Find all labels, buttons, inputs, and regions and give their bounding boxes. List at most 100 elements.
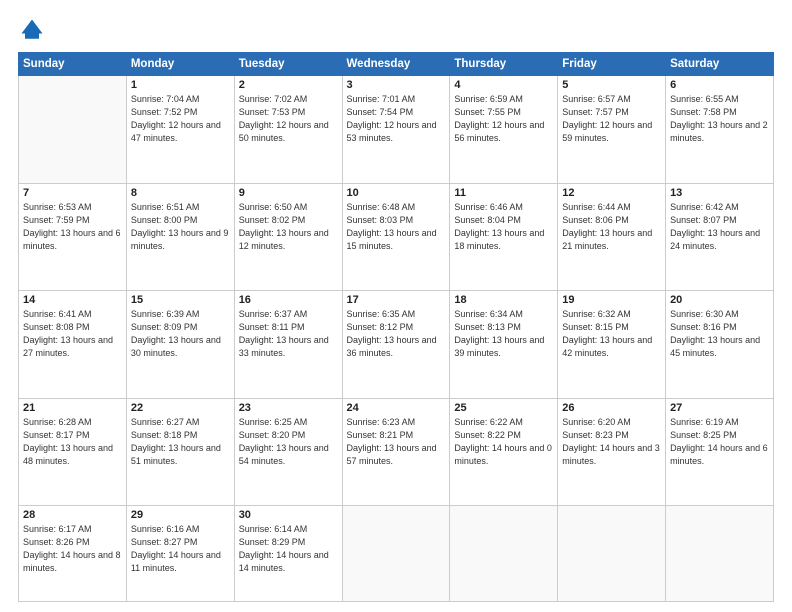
sunrise-label: Sunrise: 6:25 AM	[239, 417, 308, 427]
day-number: 1	[131, 79, 230, 91]
daylight-label: Daylight: 13 hours and 39 minutes.	[454, 335, 544, 358]
sunset-label: Sunset: 8:09 PM	[131, 322, 198, 332]
sunrise-label: Sunrise: 6:57 AM	[562, 94, 631, 104]
sunset-label: Sunset: 8:23 PM	[562, 430, 629, 440]
daylight-label: Daylight: 13 hours and 42 minutes.	[562, 335, 652, 358]
calendar-week-row: 14 Sunrise: 6:41 AM Sunset: 8:08 PM Dayl…	[19, 291, 774, 399]
day-number: 14	[23, 294, 122, 306]
weekday-header: Wednesday	[342, 53, 450, 76]
day-info: Sunrise: 6:17 AM Sunset: 8:26 PM Dayligh…	[23, 523, 122, 575]
sunset-label: Sunset: 8:22 PM	[454, 430, 521, 440]
day-number: 29	[131, 509, 230, 521]
day-number: 18	[454, 294, 553, 306]
daylight-label: Daylight: 13 hours and 18 minutes.	[454, 228, 544, 251]
day-number: 19	[562, 294, 661, 306]
sunrise-label: Sunrise: 6:42 AM	[670, 202, 739, 212]
daylight-label: Daylight: 14 hours and 11 minutes.	[131, 550, 221, 573]
calendar-body: 1 Sunrise: 7:04 AM Sunset: 7:52 PM Dayli…	[19, 76, 774, 602]
day-number: 23	[239, 402, 338, 414]
sunrise-label: Sunrise: 6:22 AM	[454, 417, 523, 427]
day-number: 8	[131, 187, 230, 199]
day-info: Sunrise: 6:25 AM Sunset: 8:20 PM Dayligh…	[239, 416, 338, 468]
day-info: Sunrise: 6:37 AM Sunset: 8:11 PM Dayligh…	[239, 308, 338, 360]
calendar-cell: 21 Sunrise: 6:28 AM Sunset: 8:17 PM Dayl…	[19, 398, 127, 506]
day-info: Sunrise: 6:42 AM Sunset: 8:07 PM Dayligh…	[670, 201, 769, 253]
calendar-cell: 23 Sunrise: 6:25 AM Sunset: 8:20 PM Dayl…	[234, 398, 342, 506]
sunrise-label: Sunrise: 6:50 AM	[239, 202, 308, 212]
weekday-header: Monday	[126, 53, 234, 76]
daylight-label: Daylight: 12 hours and 59 minutes.	[562, 120, 652, 143]
sunset-label: Sunset: 8:06 PM	[562, 215, 629, 225]
daylight-label: Daylight: 13 hours and 33 minutes.	[239, 335, 329, 358]
daylight-label: Daylight: 13 hours and 30 minutes.	[131, 335, 221, 358]
sunset-label: Sunset: 7:53 PM	[239, 107, 306, 117]
sunrise-label: Sunrise: 6:41 AM	[23, 309, 92, 319]
sunset-label: Sunset: 8:25 PM	[670, 430, 737, 440]
calendar-cell: 28 Sunrise: 6:17 AM Sunset: 8:26 PM Dayl…	[19, 506, 127, 602]
daylight-label: Daylight: 13 hours and 36 minutes.	[347, 335, 437, 358]
weekday-header: Tuesday	[234, 53, 342, 76]
daylight-label: Daylight: 13 hours and 9 minutes.	[131, 228, 229, 251]
calendar-cell	[342, 506, 450, 602]
sunset-label: Sunset: 8:02 PM	[239, 215, 306, 225]
sunrise-label: Sunrise: 6:17 AM	[23, 524, 92, 534]
calendar-cell: 1 Sunrise: 7:04 AM Sunset: 7:52 PM Dayli…	[126, 76, 234, 184]
day-info: Sunrise: 6:55 AM Sunset: 7:58 PM Dayligh…	[670, 93, 769, 145]
daylight-label: Daylight: 13 hours and 6 minutes.	[23, 228, 121, 251]
logo	[18, 16, 50, 44]
sunset-label: Sunset: 8:03 PM	[347, 215, 414, 225]
day-info: Sunrise: 6:20 AM Sunset: 8:23 PM Dayligh…	[562, 416, 661, 468]
calendar-cell: 17 Sunrise: 6:35 AM Sunset: 8:12 PM Dayl…	[342, 291, 450, 399]
calendar-cell	[450, 506, 558, 602]
sunset-label: Sunset: 8:15 PM	[562, 322, 629, 332]
sunrise-label: Sunrise: 6:30 AM	[670, 309, 739, 319]
sunset-label: Sunset: 8:20 PM	[239, 430, 306, 440]
calendar-cell: 7 Sunrise: 6:53 AM Sunset: 7:59 PM Dayli…	[19, 183, 127, 291]
weekday-header: Sunday	[19, 53, 127, 76]
sunset-label: Sunset: 8:12 PM	[347, 322, 414, 332]
day-info: Sunrise: 6:28 AM Sunset: 8:17 PM Dayligh…	[23, 416, 122, 468]
sunset-label: Sunset: 8:04 PM	[454, 215, 521, 225]
calendar-cell: 29 Sunrise: 6:16 AM Sunset: 8:27 PM Dayl…	[126, 506, 234, 602]
day-info: Sunrise: 6:50 AM Sunset: 8:02 PM Dayligh…	[239, 201, 338, 253]
day-number: 17	[347, 294, 446, 306]
day-info: Sunrise: 6:44 AM Sunset: 8:06 PM Dayligh…	[562, 201, 661, 253]
day-info: Sunrise: 6:16 AM Sunset: 8:27 PM Dayligh…	[131, 523, 230, 575]
day-info: Sunrise: 6:32 AM Sunset: 8:15 PM Dayligh…	[562, 308, 661, 360]
calendar-cell: 22 Sunrise: 6:27 AM Sunset: 8:18 PM Dayl…	[126, 398, 234, 506]
sunrise-label: Sunrise: 6:35 AM	[347, 309, 416, 319]
day-number: 25	[454, 402, 553, 414]
daylight-label: Daylight: 13 hours and 45 minutes.	[670, 335, 760, 358]
sunrise-label: Sunrise: 6:53 AM	[23, 202, 92, 212]
sunrise-label: Sunrise: 6:32 AM	[562, 309, 631, 319]
daylight-label: Daylight: 12 hours and 53 minutes.	[347, 120, 437, 143]
calendar-week-row: 21 Sunrise: 6:28 AM Sunset: 8:17 PM Dayl…	[19, 398, 774, 506]
calendar-cell: 8 Sunrise: 6:51 AM Sunset: 8:00 PM Dayli…	[126, 183, 234, 291]
daylight-label: Daylight: 13 hours and 51 minutes.	[131, 443, 221, 466]
sunrise-label: Sunrise: 6:28 AM	[23, 417, 92, 427]
sunrise-label: Sunrise: 6:23 AM	[347, 417, 416, 427]
day-number: 21	[23, 402, 122, 414]
daylight-label: Daylight: 14 hours and 0 minutes.	[454, 443, 552, 466]
daylight-label: Daylight: 13 hours and 48 minutes.	[23, 443, 113, 466]
day-info: Sunrise: 6:22 AM Sunset: 8:22 PM Dayligh…	[454, 416, 553, 468]
calendar-cell: 15 Sunrise: 6:39 AM Sunset: 8:09 PM Dayl…	[126, 291, 234, 399]
sunset-label: Sunset: 8:17 PM	[23, 430, 90, 440]
sunset-label: Sunset: 7:54 PM	[347, 107, 414, 117]
sunrise-label: Sunrise: 6:51 AM	[131, 202, 200, 212]
sunrise-label: Sunrise: 6:34 AM	[454, 309, 523, 319]
calendar-week-row: 1 Sunrise: 7:04 AM Sunset: 7:52 PM Dayli…	[19, 76, 774, 184]
sunrise-label: Sunrise: 6:39 AM	[131, 309, 200, 319]
weekday-header: Friday	[558, 53, 666, 76]
calendar-cell: 11 Sunrise: 6:46 AM Sunset: 8:04 PM Dayl…	[450, 183, 558, 291]
sunset-label: Sunset: 7:58 PM	[670, 107, 737, 117]
day-info: Sunrise: 6:41 AM Sunset: 8:08 PM Dayligh…	[23, 308, 122, 360]
day-number: 22	[131, 402, 230, 414]
day-info: Sunrise: 6:19 AM Sunset: 8:25 PM Dayligh…	[670, 416, 769, 468]
sunset-label: Sunset: 8:11 PM	[239, 322, 305, 332]
calendar-cell: 9 Sunrise: 6:50 AM Sunset: 8:02 PM Dayli…	[234, 183, 342, 291]
sunrise-label: Sunrise: 7:02 AM	[239, 94, 308, 104]
sunrise-label: Sunrise: 6:59 AM	[454, 94, 523, 104]
sunset-label: Sunset: 8:29 PM	[239, 537, 306, 547]
day-info: Sunrise: 6:59 AM Sunset: 7:55 PM Dayligh…	[454, 93, 553, 145]
